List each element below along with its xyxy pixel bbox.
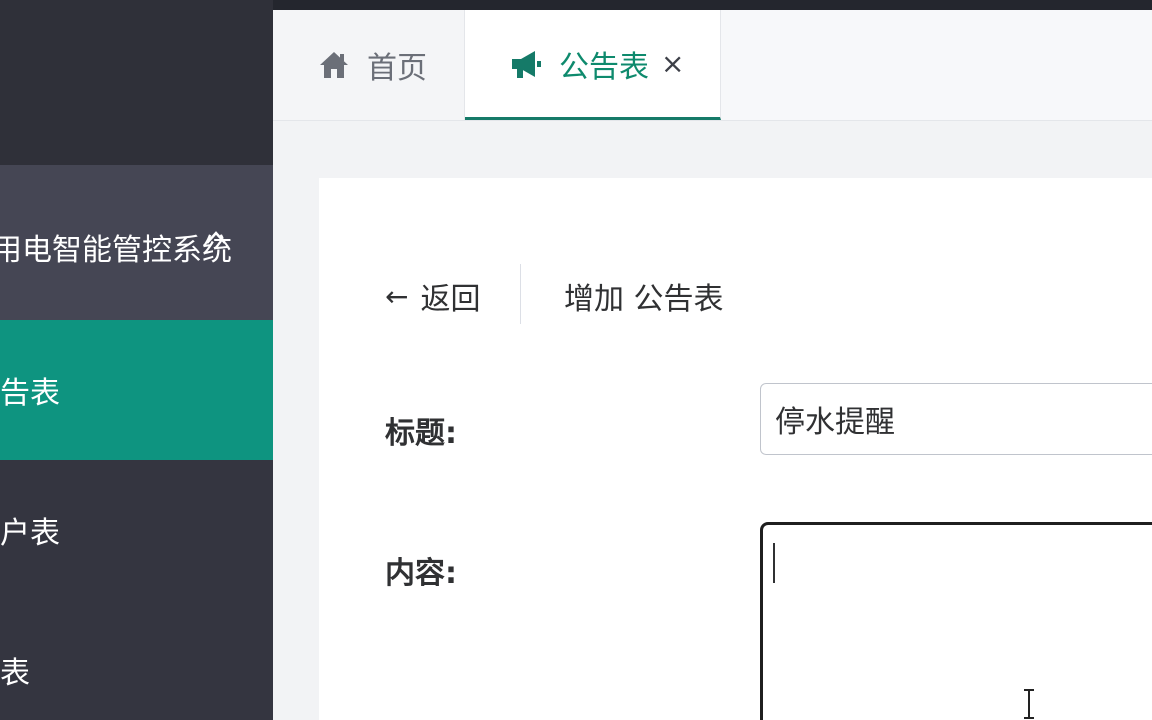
chevron-up-icon: [206, 231, 226, 244]
arrow-left-icon: ←: [385, 279, 409, 313]
sidebar-group-label: 用电智能管控系统: [0, 233, 232, 268]
tab-home[interactable]: 首页: [273, 10, 465, 120]
tab-bar: 首页 公告表 ×: [273, 10, 1152, 121]
content-label: 内容:: [385, 556, 457, 591]
title-input[interactable]: 停水提醒: [760, 383, 1152, 455]
header-divider: [520, 264, 521, 324]
text-cursor-icon: [1024, 689, 1034, 719]
sidebar-group-header[interactable]: 用电智能管控系统: [0, 165, 273, 320]
close-icon[interactable]: ×: [661, 47, 684, 80]
sidebar-item-meter[interactable]: 电表: [0, 600, 273, 720]
sidebar-item-notice[interactable]: 公告表: [0, 320, 273, 460]
sidebar: 用电智能管控系统 公告表 用户表 电表: [0, 0, 273, 720]
page-title: 增加 公告表: [564, 282, 724, 317]
sidebar-item-label: 用户表: [0, 516, 60, 551]
text-caret: [773, 543, 775, 583]
app-window: 用电智能管控系统 公告表 用户表 电表 首页: [0, 0, 1152, 720]
sidebar-item-users[interactable]: 用户表: [0, 460, 273, 600]
tab-label: 公告表: [559, 49, 649, 85]
sidebar-item-label: 公告表: [0, 376, 60, 411]
tab-notice[interactable]: 公告表 ×: [465, 10, 721, 120]
title-input-value: 停水提醒: [775, 405, 895, 440]
sidebar-item-label: 电表: [0, 656, 30, 691]
sidebar-logo-area: [0, 0, 273, 165]
page-header: ← 返回 增加 公告表: [319, 258, 1152, 328]
back-button[interactable]: ← 返回: [385, 274, 480, 318]
tab-label: 首页: [367, 51, 427, 86]
content-card: ← 返回 增加 公告表 标题: 停水提醒 内容:: [319, 178, 1152, 720]
back-label: 返回: [420, 282, 481, 317]
content-textarea[interactable]: [760, 522, 1152, 720]
home-icon: [320, 52, 348, 78]
megaphone-icon: [512, 50, 541, 78]
title-label: 标题:: [385, 416, 457, 451]
